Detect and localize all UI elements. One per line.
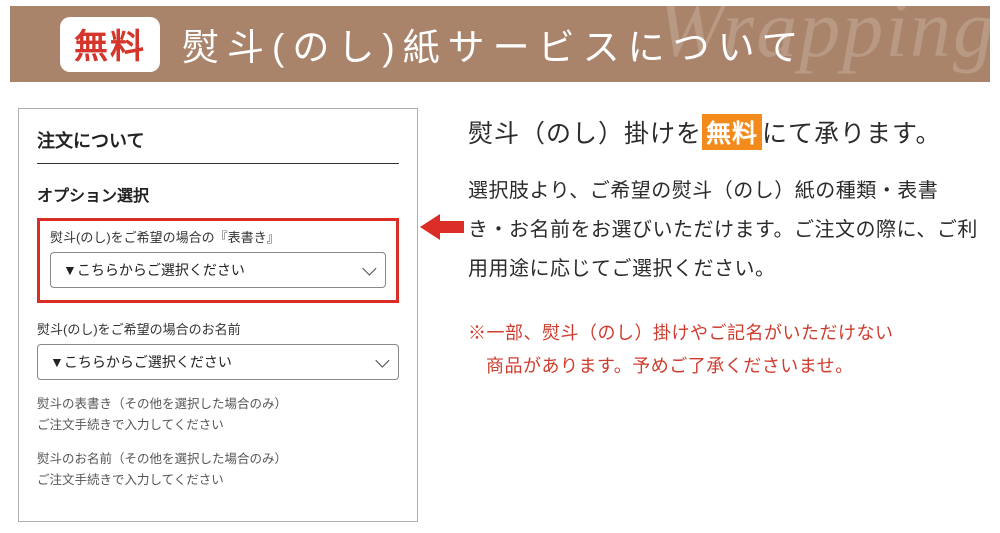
note-line1: ※一部、熨斗（のし）掛けやご記名がいただけない	[468, 323, 894, 343]
field2-group: 熨斗(のし)をご希望の場合のお名前 ▼こちらからご選択ください	[37, 319, 399, 380]
hint1-line1: 熨斗の表書き（その他を選択した場合のみ）	[37, 397, 287, 411]
field1-label: 熨斗(のし)をご希望の場合の『表書き』	[50, 227, 386, 246]
highlight-box: 熨斗(のし)をご希望の場合の『表書き』 ▼こちらからご選択ください	[37, 218, 399, 303]
select-omotegaki[interactable]: ▼こちらからご選択ください	[50, 252, 386, 288]
panel-title: 注文について	[37, 121, 399, 164]
hint-omotegaki: 熨斗の表書き（その他を選択した場合のみ） ご注文手続きで入力してください	[37, 394, 399, 437]
option-title: オプション選択	[37, 182, 399, 206]
arrow-icon	[420, 212, 464, 242]
content-area: 注文について オプション選択 熨斗(のし)をご希望の場合の『表書き』 ▼こちらか…	[0, 84, 1000, 522]
banner-header: Wrapping 無料 熨斗(のし)紙サービスについて	[8, 4, 992, 84]
hint2-line2: ご注文手続きで入力してください	[37, 473, 224, 487]
banner-free-badge: 無料	[60, 17, 160, 72]
lead-post: にて承ります。	[762, 120, 942, 148]
select-name[interactable]: ▼こちらからご選択ください	[37, 344, 399, 380]
chevron-down-icon	[375, 354, 389, 368]
note-text: ※一部、熨斗（のし）掛けやご記名がいただけない 商品があります。予めご了承くださ…	[468, 317, 978, 384]
hint1-line2: ご注文手続きで入力してください	[37, 418, 224, 432]
order-panel: 注文について オプション選択 熨斗(のし)をご希望の場合の『表書き』 ▼こちらか…	[18, 108, 418, 522]
select-name-text: ▼こちらからご選択ください	[50, 352, 232, 372]
chevron-down-icon	[362, 262, 376, 276]
description-column: 熨斗（のし）掛けを無料にて承ります。 選択肢より、ご希望の熨斗（のし）紙の種類・…	[468, 114, 978, 384]
hint2-line1: 熨斗のお名前（その他を選択した場合のみ）	[37, 452, 287, 466]
description-body: 選択肢より、ご希望の熨斗（のし）紙の種類・表書き・お名前をお選びいただけます。ご…	[468, 172, 978, 289]
lead-free-chip: 無料	[702, 114, 762, 150]
lead-pre: 熨斗（のし）掛けを	[468, 120, 702, 148]
field2-label: 熨斗(のし)をご希望の場合のお名前	[37, 319, 399, 338]
note-line2: 商品があります。予めご了承くださいませ。	[468, 350, 854, 383]
banner-title: 熨斗(のし)紙サービスについて	[182, 17, 807, 71]
lead-line: 熨斗（のし）掛けを無料にて承ります。	[468, 114, 978, 150]
hint-name: 熨斗のお名前（その他を選択した場合のみ） ご注文手続きで入力してください	[37, 449, 399, 492]
select-omotegaki-text: ▼こちらからご選択ください	[63, 260, 245, 280]
